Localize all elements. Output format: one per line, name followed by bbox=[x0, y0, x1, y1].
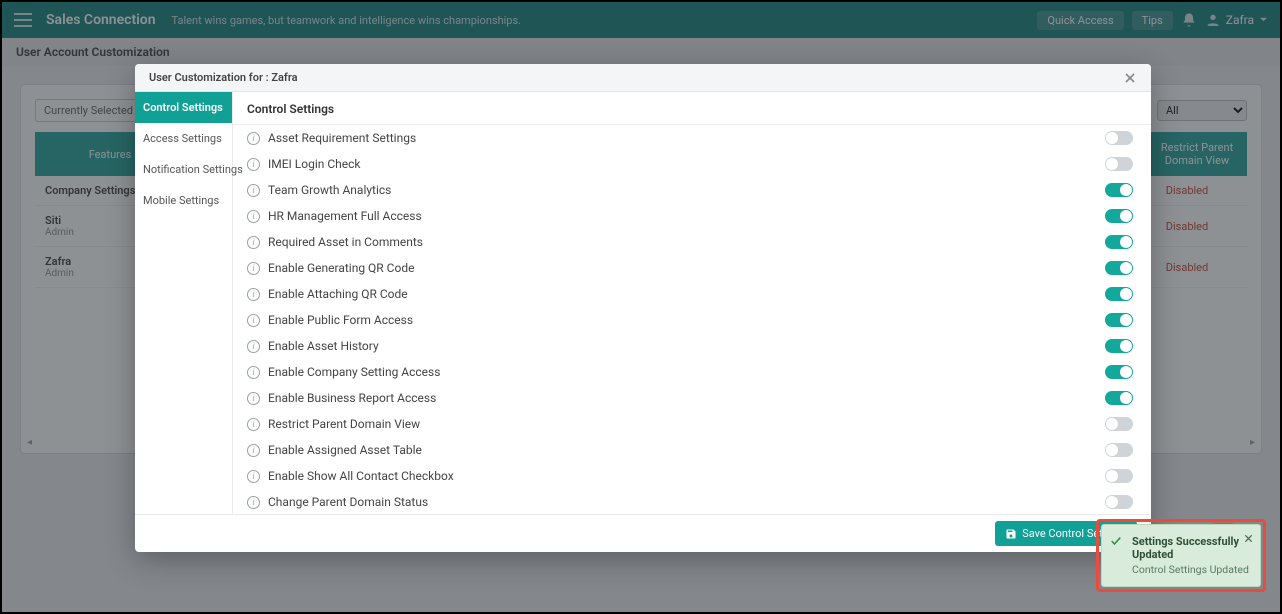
setting-row: i Enable Public Form Access bbox=[233, 307, 1147, 333]
setting-row: i Asset Requirement Settings bbox=[233, 125, 1147, 151]
setting-toggle[interactable] bbox=[1105, 469, 1133, 483]
setting-row: i Enable Assigned Asset Table bbox=[233, 437, 1147, 463]
setting-toggle[interactable] bbox=[1105, 131, 1133, 145]
info-icon[interactable]: i bbox=[247, 470, 260, 483]
setting-row: i Restrict Parent Domain View bbox=[233, 411, 1147, 437]
info-icon[interactable]: i bbox=[247, 418, 260, 431]
setting-label: Required Asset in Comments bbox=[268, 235, 1105, 249]
setting-label: Enable Assigned Asset Table bbox=[268, 443, 1105, 457]
info-icon[interactable]: i bbox=[247, 158, 260, 171]
setting-label: Enable Attaching QR Code bbox=[268, 287, 1105, 301]
nav-control-settings[interactable]: Control Settings bbox=[135, 92, 232, 123]
info-icon[interactable]: i bbox=[247, 366, 260, 379]
info-icon[interactable]: i bbox=[247, 132, 260, 145]
setting-label: Enable Show All Contact Checkbox bbox=[268, 469, 1105, 483]
user-customization-modal: User Customization for : Zafra Control S… bbox=[135, 64, 1151, 552]
setting-label: Enable Business Report Access bbox=[268, 391, 1105, 405]
toast-highlight: Settings Successfully Updated Control Se… bbox=[1096, 519, 1266, 592]
setting-row: i Enable Asset History bbox=[233, 333, 1147, 359]
setting-label: Restrict Parent Domain View bbox=[268, 417, 1105, 431]
setting-label: Asset Requirement Settings bbox=[268, 131, 1105, 145]
toast-close-icon[interactable] bbox=[1243, 533, 1254, 547]
setting-label: HR Management Full Access bbox=[268, 209, 1105, 223]
info-icon[interactable]: i bbox=[247, 288, 260, 301]
info-icon[interactable]: i bbox=[247, 444, 260, 457]
setting-row: i Enable Show All Contact Checkbox bbox=[233, 463, 1147, 489]
setting-toggle[interactable] bbox=[1105, 365, 1133, 379]
info-icon[interactable]: i bbox=[247, 496, 260, 509]
settings-list: i Asset Requirement Settings i IMEI Login C… bbox=[233, 125, 1151, 514]
setting-row: i Enable Company Setting Access bbox=[233, 359, 1147, 385]
setting-toggle[interactable] bbox=[1105, 495, 1133, 509]
modal-title: User Customization for : Zafra bbox=[149, 71, 298, 84]
section-title: Control Settings bbox=[233, 92, 1151, 125]
info-icon[interactable]: i bbox=[247, 262, 260, 275]
setting-toggle[interactable] bbox=[1105, 261, 1133, 275]
setting-label: Enable Company Setting Access bbox=[268, 365, 1105, 379]
success-toast: Settings Successfully Updated Control Se… bbox=[1101, 524, 1261, 587]
setting-row: i HR Management Full Access bbox=[233, 203, 1147, 229]
setting-label: Enable Public Form Access bbox=[268, 313, 1105, 327]
setting-row: i Enable Attaching QR Code bbox=[233, 281, 1147, 307]
toast-title: Settings Successfully Updated bbox=[1132, 535, 1250, 561]
setting-label: Enable Asset History bbox=[268, 339, 1105, 353]
setting-row: i Enable Business Report Access bbox=[233, 385, 1147, 411]
modal-header: User Customization for : Zafra bbox=[135, 64, 1151, 92]
setting-label: Enable Generating QR Code bbox=[268, 261, 1105, 275]
info-icon[interactable]: i bbox=[247, 314, 260, 327]
nav-access-settings[interactable]: Access Settings bbox=[135, 123, 232, 154]
setting-label: Change Parent Domain Status bbox=[268, 495, 1105, 509]
info-icon[interactable]: i bbox=[247, 392, 260, 405]
setting-toggle[interactable] bbox=[1105, 443, 1133, 457]
setting-row: i IMEI Login Check bbox=[233, 151, 1147, 177]
setting-row: i Team Growth Analytics bbox=[233, 177, 1147, 203]
setting-toggle[interactable] bbox=[1105, 391, 1133, 405]
setting-row: i Enable Generating QR Code bbox=[233, 255, 1147, 281]
setting-toggle[interactable] bbox=[1105, 417, 1133, 431]
modal-nav: Control Settings Access Settings Notific… bbox=[135, 92, 233, 514]
check-icon bbox=[1110, 535, 1122, 550]
close-icon[interactable] bbox=[1123, 71, 1137, 85]
setting-toggle[interactable] bbox=[1105, 287, 1133, 301]
info-icon[interactable]: i bbox=[247, 210, 260, 223]
info-icon[interactable]: i bbox=[247, 184, 260, 197]
setting-toggle[interactable] bbox=[1105, 235, 1133, 249]
setting-label: Team Growth Analytics bbox=[268, 183, 1105, 197]
toast-subtitle: Control Settings Updated bbox=[1132, 563, 1250, 576]
nav-mobile-settings[interactable]: Mobile Settings bbox=[135, 185, 232, 216]
setting-label: IMEI Login Check bbox=[268, 157, 1105, 171]
setting-toggle[interactable] bbox=[1105, 209, 1133, 223]
setting-toggle[interactable] bbox=[1105, 339, 1133, 353]
setting-row: i Required Asset in Comments bbox=[233, 229, 1147, 255]
modal-footer: Save Control Settings bbox=[135, 514, 1151, 552]
setting-toggle[interactable] bbox=[1105, 157, 1133, 171]
nav-notification-settings[interactable]: Notification Settings bbox=[135, 154, 232, 185]
setting-row: i Change Parent Domain Status bbox=[233, 489, 1147, 514]
setting-toggle[interactable] bbox=[1105, 313, 1133, 327]
setting-toggle[interactable] bbox=[1105, 183, 1133, 197]
info-icon[interactable]: i bbox=[247, 236, 260, 249]
info-icon[interactable]: i bbox=[247, 340, 260, 353]
